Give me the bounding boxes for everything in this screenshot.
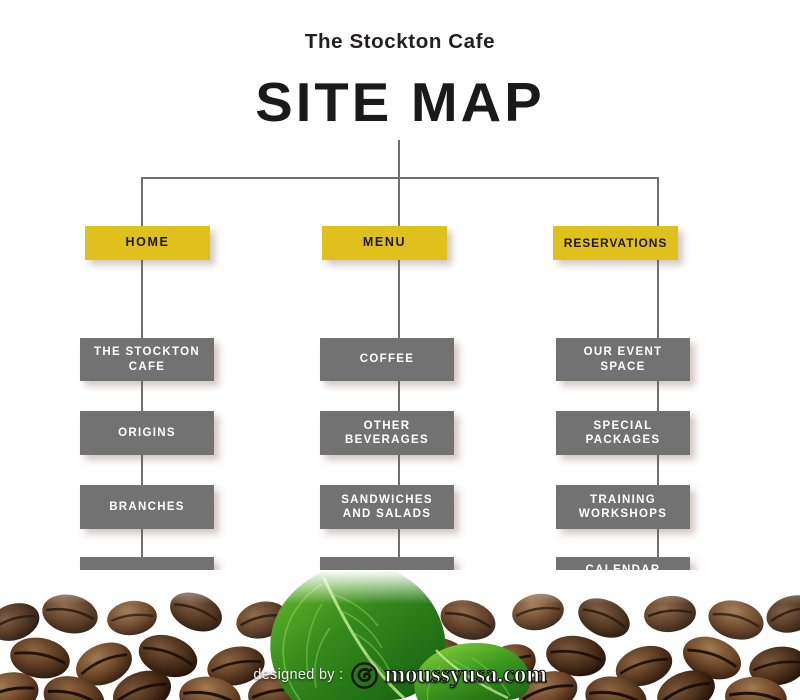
page-subtitle: The Stockton Cafe <box>304 30 496 53</box>
spine-menu-2 <box>398 381 400 411</box>
node-special-packages[interactable]: SPECIAL PACKAGES <box>556 411 690 455</box>
spine-home <box>141 260 143 338</box>
node-sandwiches-and-salads-label: SANDWICHES AND SALADS <box>341 493 433 520</box>
spine-home-2 <box>141 381 143 411</box>
trunk-line-vertical <box>398 140 400 178</box>
node-coffee-label: COFFEE <box>359 353 415 366</box>
node-reservations-label: RESERVATIONS <box>563 235 668 250</box>
node-training-workshops-label: TRAINING WORKSHOPS <box>578 493 668 520</box>
spine-menu <box>398 260 400 338</box>
node-coffee[interactable]: COFFEE <box>320 338 454 381</box>
branch-drop-menu <box>398 177 400 227</box>
coffee-beans-footer-image <box>0 570 800 700</box>
page-title: SITE MAP <box>255 71 545 133</box>
node-home[interactable]: HOME <box>85 226 210 260</box>
node-other-beverages[interactable]: OTHER BEVERAGES <box>320 411 454 455</box>
node-home-label: HOME <box>125 235 170 250</box>
node-the-stockton-cafe[interactable]: THE STOCKTON CAFE <box>80 338 214 381</box>
node-menu-label: MENU <box>362 235 407 250</box>
node-our-event-space[interactable]: OUR EVENT SPACE <box>556 338 690 381</box>
sitemap-infographic: The Stockton Cafe SITE MAP HOME THE STOC… <box>0 0 800 700</box>
node-origins[interactable]: ORIGINS <box>80 411 214 455</box>
spine-menu-4 <box>398 529 400 557</box>
node-branches-label: BRANCHES <box>109 500 185 513</box>
spine-reservations-2 <box>657 381 659 411</box>
node-training-workshops[interactable]: TRAINING WORKSHOPS <box>556 485 690 529</box>
node-menu[interactable]: MENU <box>322 226 447 260</box>
node-our-event-space-label: OUR EVENT SPACE <box>583 346 663 373</box>
branch-drop-reservations <box>657 177 659 227</box>
node-sandwiches-and-salads[interactable]: SANDWICHES AND SALADS <box>320 485 454 529</box>
spine-home-4 <box>141 529 143 557</box>
spine-home-3 <box>141 455 143 485</box>
node-the-stockton-cafe-label: THE STOCKTON CAFE <box>94 346 200 373</box>
spine-reservations-4 <box>657 529 659 557</box>
spine-menu-3 <box>398 455 400 485</box>
node-other-beverages-label: OTHER BEVERAGES <box>345 419 429 446</box>
branch-drop-home <box>141 177 143 227</box>
node-branches[interactable]: BRANCHES <box>80 485 214 529</box>
spine-reservations-3 <box>657 455 659 485</box>
spine-reservations <box>657 260 659 338</box>
node-reservations[interactable]: RESERVATIONS <box>553 226 678 260</box>
node-origins-label: ORIGINS <box>118 426 176 439</box>
node-special-packages-label: SPECIAL PACKAGES <box>585 419 661 446</box>
